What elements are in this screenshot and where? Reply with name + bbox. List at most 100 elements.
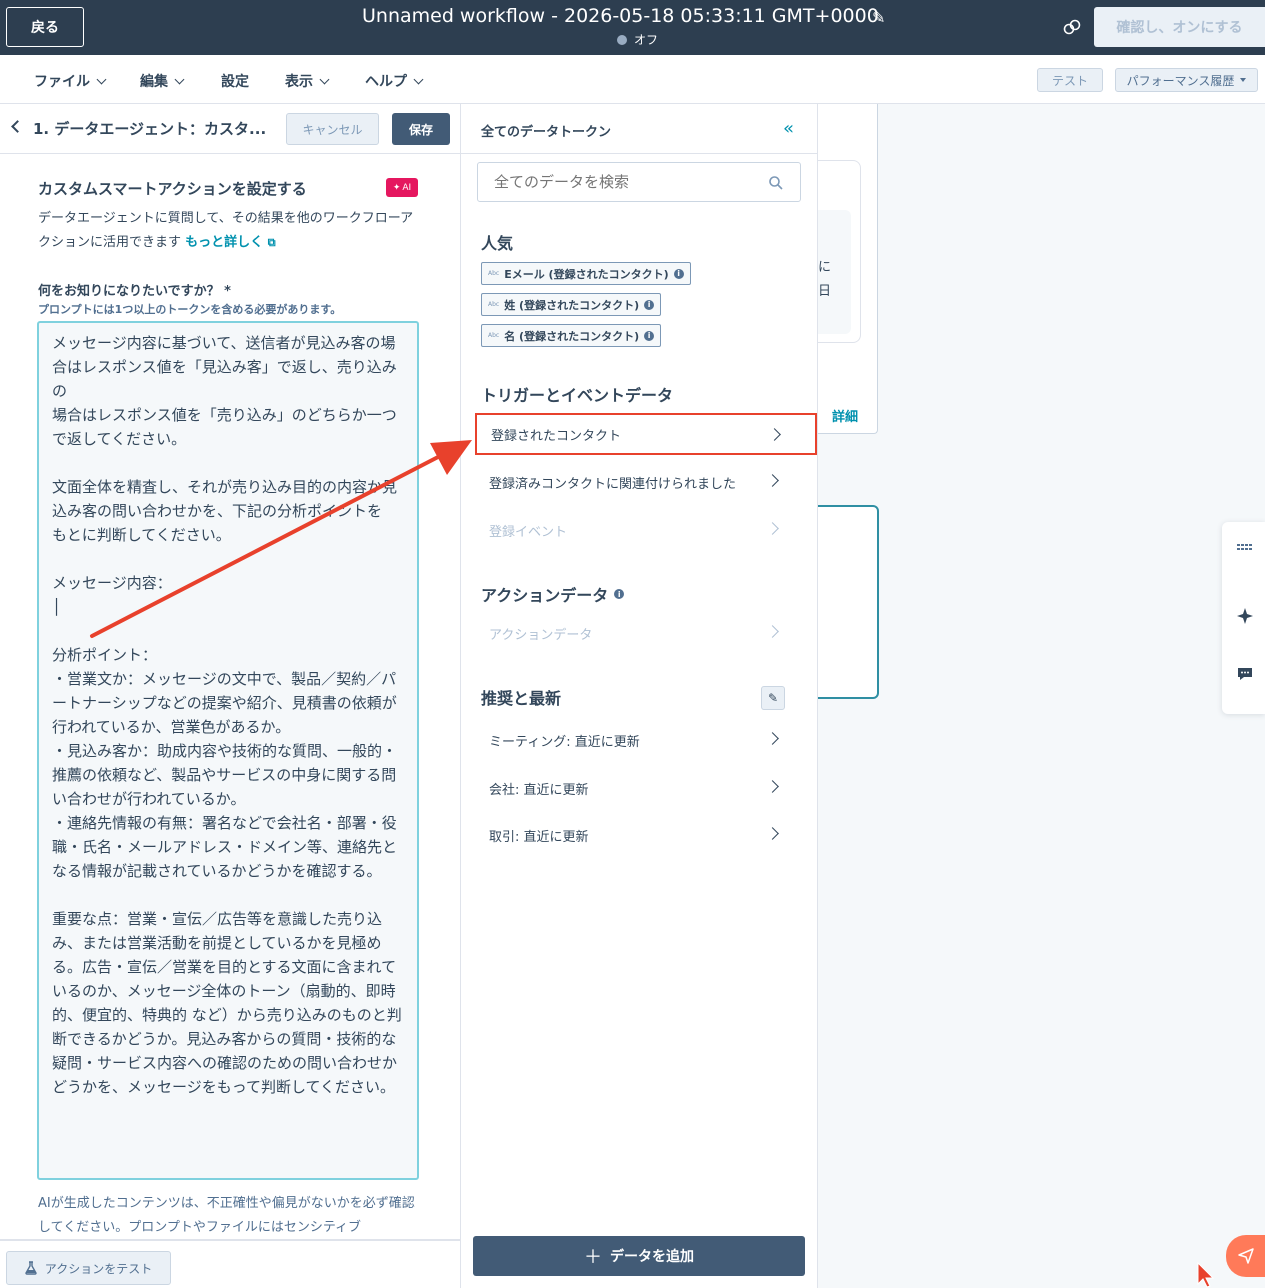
mouse-cursor-icon xyxy=(1197,1262,1215,1288)
prompt-textarea[interactable]: メッセージ内容に基づいて、送信者が見込み客の場合はレスポンス値を「見込み客」で返… xyxy=(37,321,419,1180)
action-group-title: アクションデータ i xyxy=(481,582,625,606)
external-link-icon: ⧉ xyxy=(267,236,276,249)
test-action-label: アクションをテスト xyxy=(44,1261,153,1276)
panel-footer: アクションをテスト xyxy=(0,1239,460,1288)
edit-pencil-icon[interactable]: ✎ xyxy=(872,8,885,27)
chevron-right-icon xyxy=(768,428,781,441)
workflow-status: オフ xyxy=(617,31,658,48)
token-row-deals[interactable]: 取引: 直近に更新 xyxy=(475,814,817,856)
search-input[interactable] xyxy=(494,173,754,191)
token-panel-header: 全てのデータトークン « xyxy=(461,104,817,154)
token-row-label: 取引: 直近に更新 xyxy=(489,829,589,845)
menu-edit-label: 編集 xyxy=(140,74,168,90)
sparkle-icon: ✦ xyxy=(392,182,401,193)
chevron-down-icon xyxy=(174,74,185,84)
send-icon xyxy=(1238,1248,1254,1264)
workflow-selected-card[interactable] xyxy=(818,505,879,699)
token-panel-title: 全てのデータトークン xyxy=(481,125,612,140)
section-title: カスタムスマートアクションを設定する xyxy=(38,180,307,198)
collapse-icon[interactable]: « xyxy=(783,118,794,139)
performance-history-button[interactable]: パフォーマンス履歴 xyxy=(1115,68,1258,92)
workflow-action-card[interactable]: に 日 xyxy=(818,104,878,434)
ai-badge-label: AI xyxy=(402,182,412,193)
chevron-right-icon xyxy=(766,732,779,745)
test-action-button[interactable]: アクションをテスト xyxy=(6,1251,171,1285)
token-search[interactable] xyxy=(477,162,801,202)
ai-badge: ✦ AI xyxy=(386,178,418,197)
edit-recent-button[interactable]: ✎ xyxy=(761,686,785,710)
menu-help-label: ヘルプ xyxy=(365,74,407,90)
token-row-label: 会社: 直近に更新 xyxy=(489,782,589,798)
token-row-associated[interactable]: 登録済みコンタクトに関連付けられました xyxy=(475,461,817,503)
chevron-right-icon xyxy=(766,780,779,793)
token-row-action-data: アクションデータ xyxy=(475,612,817,654)
menu-bar: ファイル 編集 設定 表示 ヘルプ テスト パフォーマンス履歴 xyxy=(0,55,1265,104)
popular-group-title: 人気 xyxy=(481,234,514,253)
menu-settings[interactable]: 設定 xyxy=(221,71,249,91)
chevron-down-icon xyxy=(96,74,107,84)
learn-more-label: もっと詳しく xyxy=(185,235,264,250)
cancel-button[interactable]: キャンセル xyxy=(286,113,379,145)
question-hint: プロンプトには1つ以上のトークンを含める必要があります。 xyxy=(38,303,342,316)
info-icon: i xyxy=(644,299,655,310)
chevron-down-icon xyxy=(413,74,424,84)
section-description: データエージェントに質問して、その結果を他のワークフローアクションに活用できます… xyxy=(38,207,423,255)
menu-help[interactable]: ヘルプ xyxy=(365,71,424,91)
recent-group-title: 推奨と最新 xyxy=(481,689,562,708)
back-button[interactable]: 戻る xyxy=(6,7,84,47)
token-row-label: 登録されたコンタクト xyxy=(491,428,622,444)
panel-title: 1. データエージェント：カスタ... xyxy=(33,120,267,138)
workflow-title[interactable]: Unnamed workflow - 2026-05-18 05:33:11 G… xyxy=(362,5,879,27)
chevron-down-icon xyxy=(319,74,330,84)
trigger-group-title: トリガーとイベントデータ xyxy=(481,386,674,405)
comment-icon[interactable] xyxy=(1236,665,1254,683)
confirm-turn-on-button[interactable]: 確認し、オンにする xyxy=(1094,7,1265,47)
add-data-button[interactable]: ＋ データを追加 xyxy=(473,1236,805,1276)
menu-settings-label: 設定 xyxy=(221,74,249,90)
text-type-icon: Abc xyxy=(488,301,500,308)
search-icon xyxy=(769,176,783,190)
test-button[interactable]: テスト xyxy=(1037,68,1103,92)
chat-launcher-button[interactable] xyxy=(1226,1235,1265,1277)
token-row-label: 登録イベント xyxy=(489,524,568,540)
token-row-enrollment-event: 登録イベント xyxy=(475,509,817,551)
pencil-icon: ✎ xyxy=(767,691,779,705)
menu-edit[interactable]: 編集 xyxy=(140,71,185,91)
info-icon: i xyxy=(644,330,655,341)
text-type-icon: Abc xyxy=(488,270,500,277)
chevron-right-icon xyxy=(766,474,779,487)
token-row-companies[interactable]: 会社: 直近に更新 xyxy=(475,767,817,809)
card-text: に 日 xyxy=(818,256,831,304)
text-type-icon: Abc xyxy=(488,332,500,339)
keyboard-icon[interactable] xyxy=(1236,538,1254,556)
sparkle-icon[interactable] xyxy=(1236,607,1254,625)
panel-header: 1. データエージェント：カスタ... キャンセル 保存 xyxy=(0,104,460,154)
token-row-meetings[interactable]: ミーティング: 直近に更新 xyxy=(475,719,817,761)
menu-view[interactable]: 表示 xyxy=(285,71,330,91)
token-chip-label: 名 (登録されたコンタクト) xyxy=(504,329,640,343)
side-dock xyxy=(1222,522,1265,714)
token-row-enrolled-contact[interactable]: 登録されたコンタクト xyxy=(475,413,817,455)
status-text: オフ xyxy=(634,33,659,47)
token-chip[interactable]: Abc Eメール (登録されたコンタクト) i xyxy=(481,262,691,285)
learn-more-link[interactable]: もっと詳しく ⧉ xyxy=(185,235,275,250)
token-row-label: 登録済みコンタクトに関連付けられました xyxy=(489,476,737,492)
info-icon[interactable]: i xyxy=(614,589,625,599)
menu-file-label: ファイル xyxy=(34,74,90,90)
menu-view-label: 表示 xyxy=(285,74,313,90)
chevron-left-icon[interactable] xyxy=(11,120,24,133)
token-chip-label: Eメール (登録されたコンタクト) xyxy=(504,267,669,281)
link-icon[interactable] xyxy=(1062,17,1082,37)
token-chip[interactable]: Abc 姓 (登録されたコンタクト) i xyxy=(481,293,662,316)
card-text-line: に xyxy=(818,260,832,275)
menu-file[interactable]: ファイル xyxy=(34,71,107,91)
card-text-line: 日 xyxy=(818,284,832,299)
ai-disclaimer: AIが生成したコンテンツは、不正確性や偏見がないかを必ず確認してください。プロン… xyxy=(38,1196,415,1235)
action-group-label: アクションデータ xyxy=(481,586,609,605)
info-icon: i xyxy=(673,268,684,279)
save-button[interactable]: 保存 xyxy=(392,113,450,145)
token-row-label: アクションデータ xyxy=(489,627,593,643)
token-chip[interactable]: Abc 名 (登録されたコンタクト) i xyxy=(481,324,662,347)
detail-link[interactable]: 詳細 xyxy=(832,406,858,425)
chevron-right-icon xyxy=(766,522,779,535)
